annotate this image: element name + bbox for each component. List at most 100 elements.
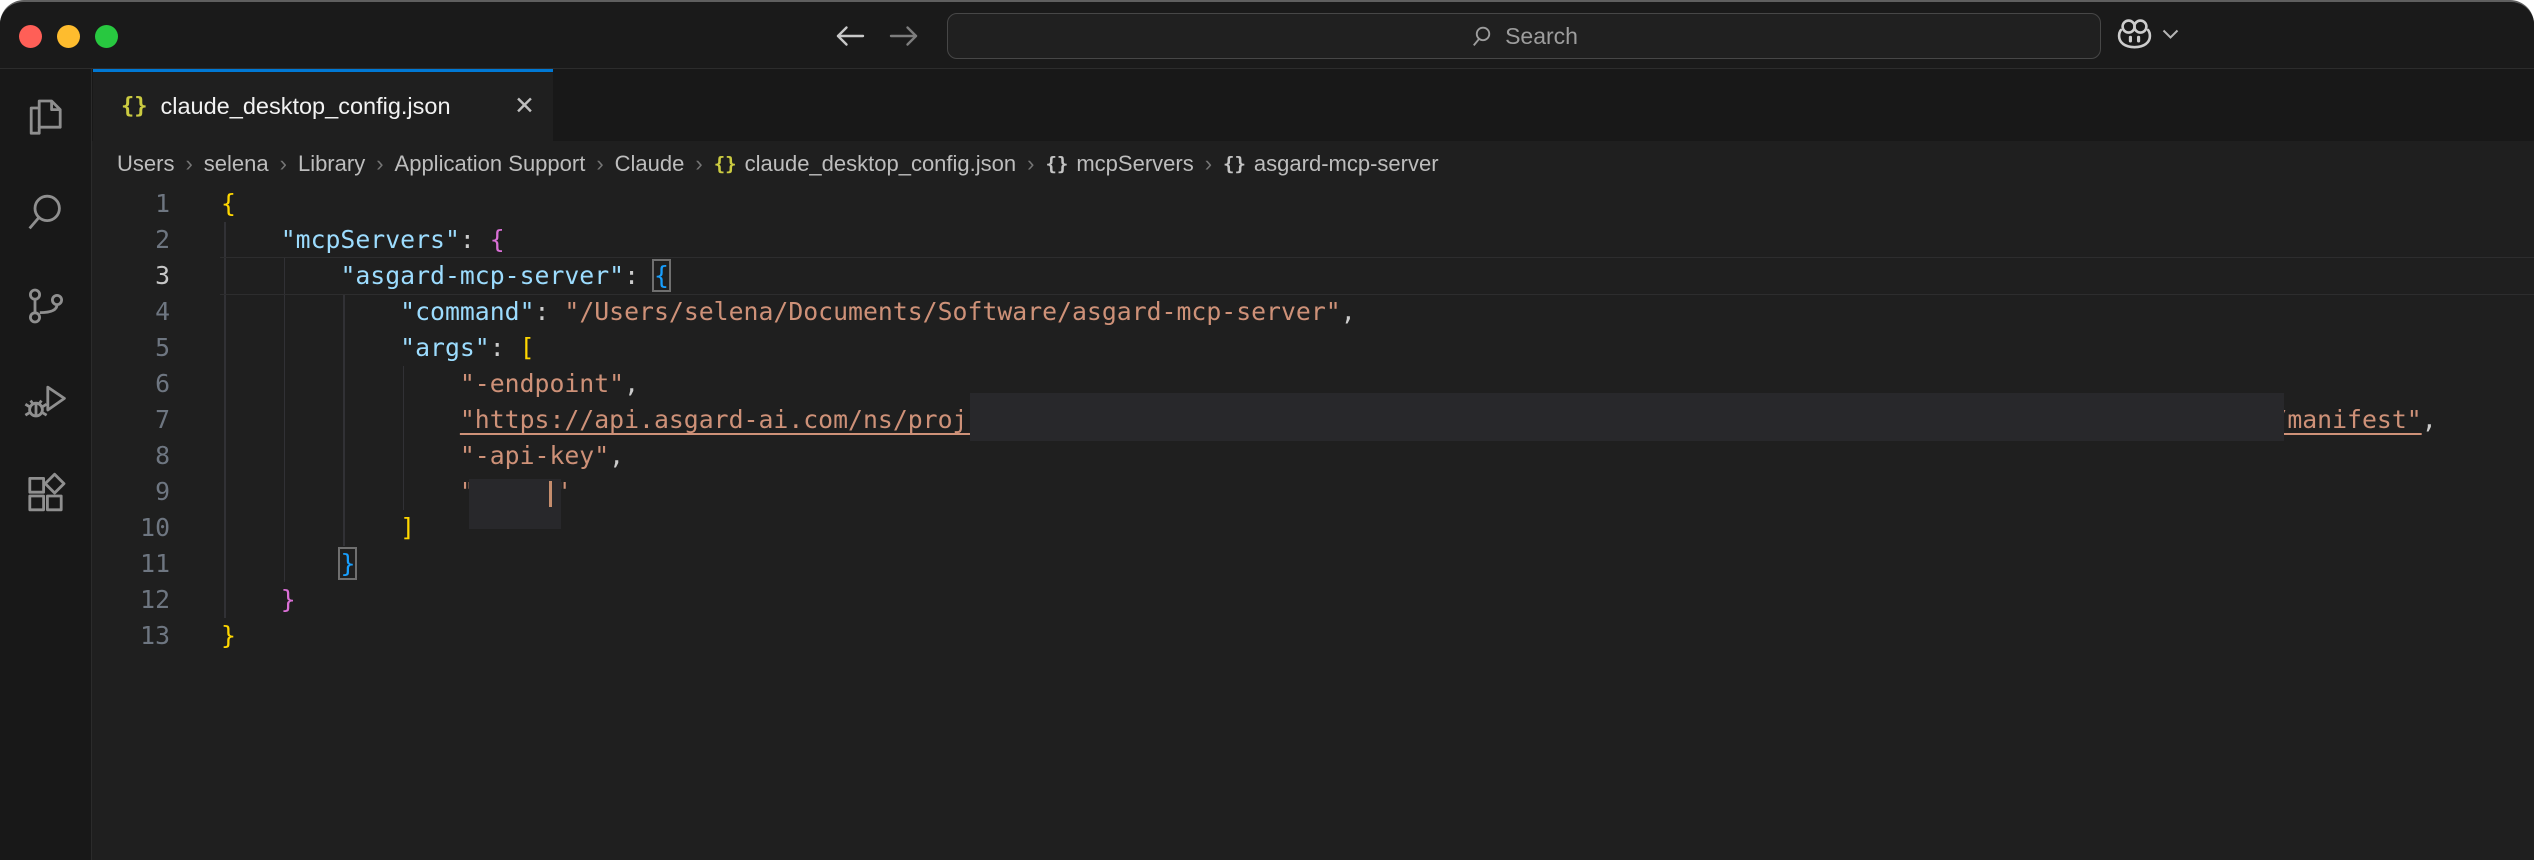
code-area[interactable]: 1{2 "mcpServers": {3 "asgard-mcp-server"… <box>92 186 2534 860</box>
breadcrumb-separator: › <box>1027 151 1034 177</box>
code-line-1: 1{ <box>92 186 2534 222</box>
extensions-icon <box>22 470 70 518</box>
search-icon <box>22 188 70 236</box>
code-token: "-api-key" <box>460 441 609 470</box>
breadcrumb-label: claude_desktop_config.json <box>745 151 1017 177</box>
line-number[interactable]: 5 <box>92 330 170 366</box>
files-icon <box>22 94 70 142</box>
copilot-menu[interactable] <box>2116 17 2179 51</box>
activity-bar-item-explorer[interactable] <box>22 94 70 142</box>
line-number[interactable]: 2 <box>92 222 170 258</box>
line-number[interactable]: 4 <box>92 294 170 330</box>
code-line-8: 8 "-api-key", <box>92 438 2534 474</box>
line-number[interactable]: 8 <box>92 438 170 474</box>
code-token <box>221 405 460 434</box>
code-token: : <box>624 261 654 290</box>
code-line-text[interactable]: "mcpServers": { <box>170 222 505 258</box>
json-file-icon: {} <box>714 153 737 175</box>
code-token: "command" <box>400 297 534 326</box>
code-line-text[interactable]: "https://api.asgard-ai.com/ns/proj-/mani… <box>170 402 2437 438</box>
code-token: "args" <box>400 333 490 362</box>
code-token <box>221 549 340 578</box>
breadcrumb-item-users[interactable]: Users <box>117 151 174 177</box>
code-token: : <box>535 297 565 326</box>
line-number[interactable]: 13 <box>92 618 170 654</box>
code-line-text[interactable]: "asgard-mcp-server": { <box>170 258 669 294</box>
breadcrumb-separator: › <box>1205 151 1212 177</box>
breadcrumb-item-asgard-mcp-server[interactable]: {}asgard-mcp-server <box>1223 151 1439 177</box>
code-line-11: 11 } <box>92 546 2534 582</box>
code-token: "-endpoint" <box>460 369 624 398</box>
code-token: { <box>490 225 505 254</box>
breadcrumb-item-claude[interactable]: Claude <box>615 151 685 177</box>
code-line-text[interactable]: "" <box>170 474 570 510</box>
navigate-back-button[interactable] <box>832 20 868 52</box>
code-token: "mcpServers" <box>281 225 460 254</box>
tab-claude-desktop-config[interactable]: {} claude_desktop_config.json ✕ <box>93 69 553 141</box>
navigate-forward-button[interactable] <box>886 20 922 52</box>
breadcrumb-item-mcpservers[interactable]: {}mcpServers <box>1045 151 1193 177</box>
activity-bar-item-run-and-debug[interactable] <box>22 376 70 424</box>
search-icon <box>1470 24 1495 49</box>
breadcrumb-label: Claude <box>615 151 685 177</box>
code-token: { <box>221 189 236 218</box>
code-token: } <box>221 621 236 650</box>
line-number[interactable]: 7 <box>92 402 170 438</box>
code-token: , <box>609 441 624 470</box>
code-token: "https://api.asgard-ai.com/ns/proj- <box>460 405 983 434</box>
close-window-button[interactable] <box>19 25 42 48</box>
code-line-text[interactable]: "args": [ <box>170 330 535 366</box>
code-line-text[interactable]: "-api-key", <box>170 438 624 474</box>
code-line-text[interactable]: } <box>170 582 296 618</box>
activity-bar-item-search[interactable] <box>22 188 70 236</box>
line-number[interactable]: 6 <box>92 366 170 402</box>
code-token: "asgard-mcp-server" <box>340 261 624 290</box>
line-number[interactable]: 1 <box>92 186 170 222</box>
code-line-text[interactable]: "command": "/Users/selena/Documents/Soft… <box>170 294 1356 330</box>
code-line-text[interactable]: } <box>170 618 236 654</box>
minimize-window-button[interactable] <box>57 25 80 48</box>
redacted-region <box>982 402 2272 438</box>
redacted-region <box>475 474 555 510</box>
breadcrumb-item-library[interactable]: Library <box>298 151 365 177</box>
code-token: : <box>460 225 490 254</box>
redaction-box <box>970 393 2284 441</box>
tab-close-button[interactable]: ✕ <box>514 94 535 119</box>
code-token <box>221 585 281 614</box>
breadcrumb-item-selena[interactable]: selena <box>204 151 269 177</box>
debug-icon <box>22 376 70 424</box>
code-line-text[interactable]: "-endpoint", <box>170 366 639 402</box>
breadcrumb-separator: › <box>376 151 383 177</box>
breadcrumb-separator: › <box>185 151 192 177</box>
breadcrumb-label: Users <box>117 151 174 177</box>
line-number[interactable]: 12 <box>92 582 170 618</box>
tab-bar: {} claude_desktop_config.json ✕ <box>92 69 2534 141</box>
code-token: } <box>281 585 296 614</box>
code-line-13: 13} <box>92 618 2534 654</box>
activity-bar-item-extensions[interactable] <box>22 470 70 518</box>
line-number[interactable]: 9 <box>92 474 170 510</box>
code-token <box>221 333 400 362</box>
code-line-text[interactable]: ] <box>170 510 415 546</box>
code-line-text[interactable]: { <box>170 186 236 222</box>
copilot-icon <box>2116 17 2153 51</box>
zoom-window-button[interactable] <box>95 25 118 48</box>
code-line-3: 3 "asgard-mcp-server": { <box>92 258 2534 294</box>
line-number[interactable]: 3 <box>92 258 170 294</box>
code-line-10: 10 ] <box>92 510 2534 546</box>
code-line-text[interactable]: } <box>170 546 355 582</box>
line-number[interactable]: 10 <box>92 510 170 546</box>
code-line-12: 12 } <box>92 582 2534 618</box>
breadcrumb-label: mcpServers <box>1076 151 1193 177</box>
main-area: {} claude_desktop_config.json ✕ Users › se… <box>0 69 2534 860</box>
breadcrumb-separator: › <box>280 151 287 177</box>
code-line-2: 2 "mcpServers": { <box>92 222 2534 258</box>
activity-bar-item-source-control[interactable] <box>22 282 70 330</box>
breadcrumb-item-claude-desktop-config-json[interactable]: {} claude_desktop_config.json <box>714 151 1016 177</box>
command-center-search[interactable]: Search <box>947 13 2101 59</box>
code-line-7: 7 "https://api.asgard-ai.com/ns/proj-/ma… <box>92 402 2534 438</box>
code-token: } <box>340 549 355 578</box>
code-line-5: 5 "args": [ <box>92 330 2534 366</box>
breadcrumb-item-application-support[interactable]: Application Support <box>395 151 586 177</box>
line-number[interactable]: 11 <box>92 546 170 582</box>
